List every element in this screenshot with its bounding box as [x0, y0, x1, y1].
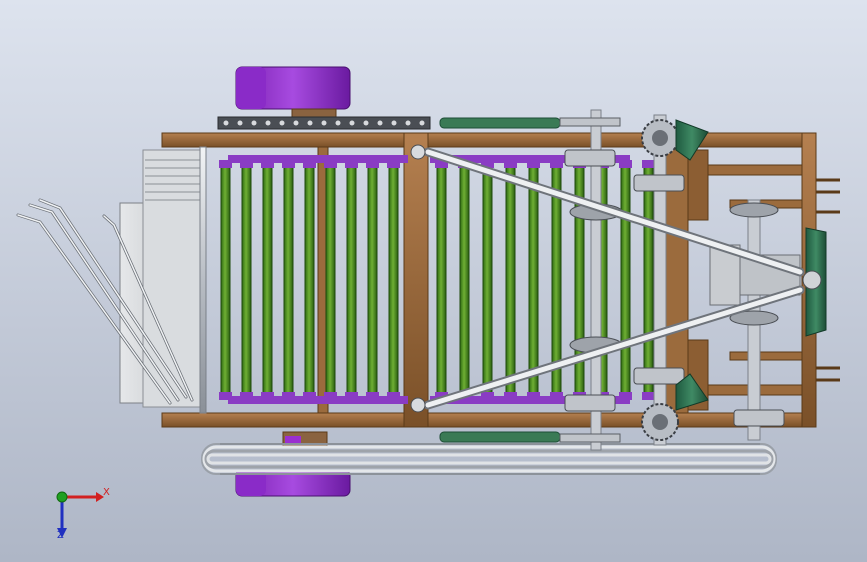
roller-end-cap	[261, 160, 274, 168]
roller-end-cap	[303, 392, 316, 400]
z-axis-label: Z	[57, 530, 64, 541]
roller-end-cap	[303, 160, 316, 168]
roller-end-cap	[219, 160, 232, 168]
conveyor-roller[interactable]	[325, 164, 336, 396]
conveyor-roller[interactable]	[262, 164, 273, 396]
conveyor-roller[interactable]	[528, 164, 539, 396]
roller-end-cap	[366, 160, 379, 168]
conveyor-roller[interactable]	[388, 164, 399, 396]
roller-end-cap	[619, 392, 632, 400]
conveyor-roller[interactable]	[459, 164, 470, 396]
conveyor-roller[interactable]	[643, 164, 654, 396]
roller-end-cap	[642, 160, 655, 168]
roller-end-cap	[550, 160, 563, 168]
roller-end-cap	[366, 392, 379, 400]
cad-viewport[interactable]: X Z	[0, 0, 867, 562]
roller-end-cap	[527, 392, 540, 400]
conveyor-roller[interactable]	[220, 164, 231, 396]
roller-end-cap	[282, 160, 295, 168]
chain-links	[223, 120, 425, 126]
roller-end-cap	[504, 160, 517, 168]
x-axis-label: X	[103, 487, 110, 498]
conveyor-roller[interactable]	[283, 164, 294, 396]
roller-end-cap	[324, 160, 337, 168]
roller-end-cap	[282, 392, 295, 400]
coordinate-triad	[56, 491, 104, 538]
conveyor-roller[interactable]	[367, 164, 378, 396]
v-belt-drive[interactable]	[201, 443, 777, 475]
roller-end-cap	[240, 160, 253, 168]
roller-end-cap	[387, 160, 400, 168]
conveyor-roller[interactable]	[620, 164, 631, 396]
roller-end-cap	[324, 392, 337, 400]
roller-end-cap	[527, 160, 540, 168]
roller-end-cap	[261, 392, 274, 400]
roller-end-cap	[504, 392, 517, 400]
roller-end-cap	[387, 392, 400, 400]
roller-end-cap	[345, 392, 358, 400]
roller-end-cap	[481, 392, 494, 400]
conveyor-roller[interactable]	[241, 164, 252, 396]
top-wheel[interactable]	[235, 66, 351, 124]
conveyor-rollers[interactable]	[219, 160, 655, 400]
left-hopper-panel[interactable]	[119, 149, 206, 408]
conveyor-roller[interactable]	[304, 164, 315, 396]
roller-end-cap	[550, 392, 563, 400]
conveyor-roller[interactable]	[346, 164, 357, 396]
roller-end-cap	[240, 392, 253, 400]
conveyor-roller[interactable]	[482, 164, 493, 396]
machine-model-view[interactable]	[0, 0, 867, 562]
roller-end-cap	[642, 392, 655, 400]
roller-end-cap	[345, 160, 358, 168]
roller-end-cap	[619, 160, 632, 168]
roller-end-cap	[219, 392, 232, 400]
conveyor-roller[interactable]	[505, 164, 516, 396]
conveyor-roller[interactable]	[436, 164, 447, 396]
